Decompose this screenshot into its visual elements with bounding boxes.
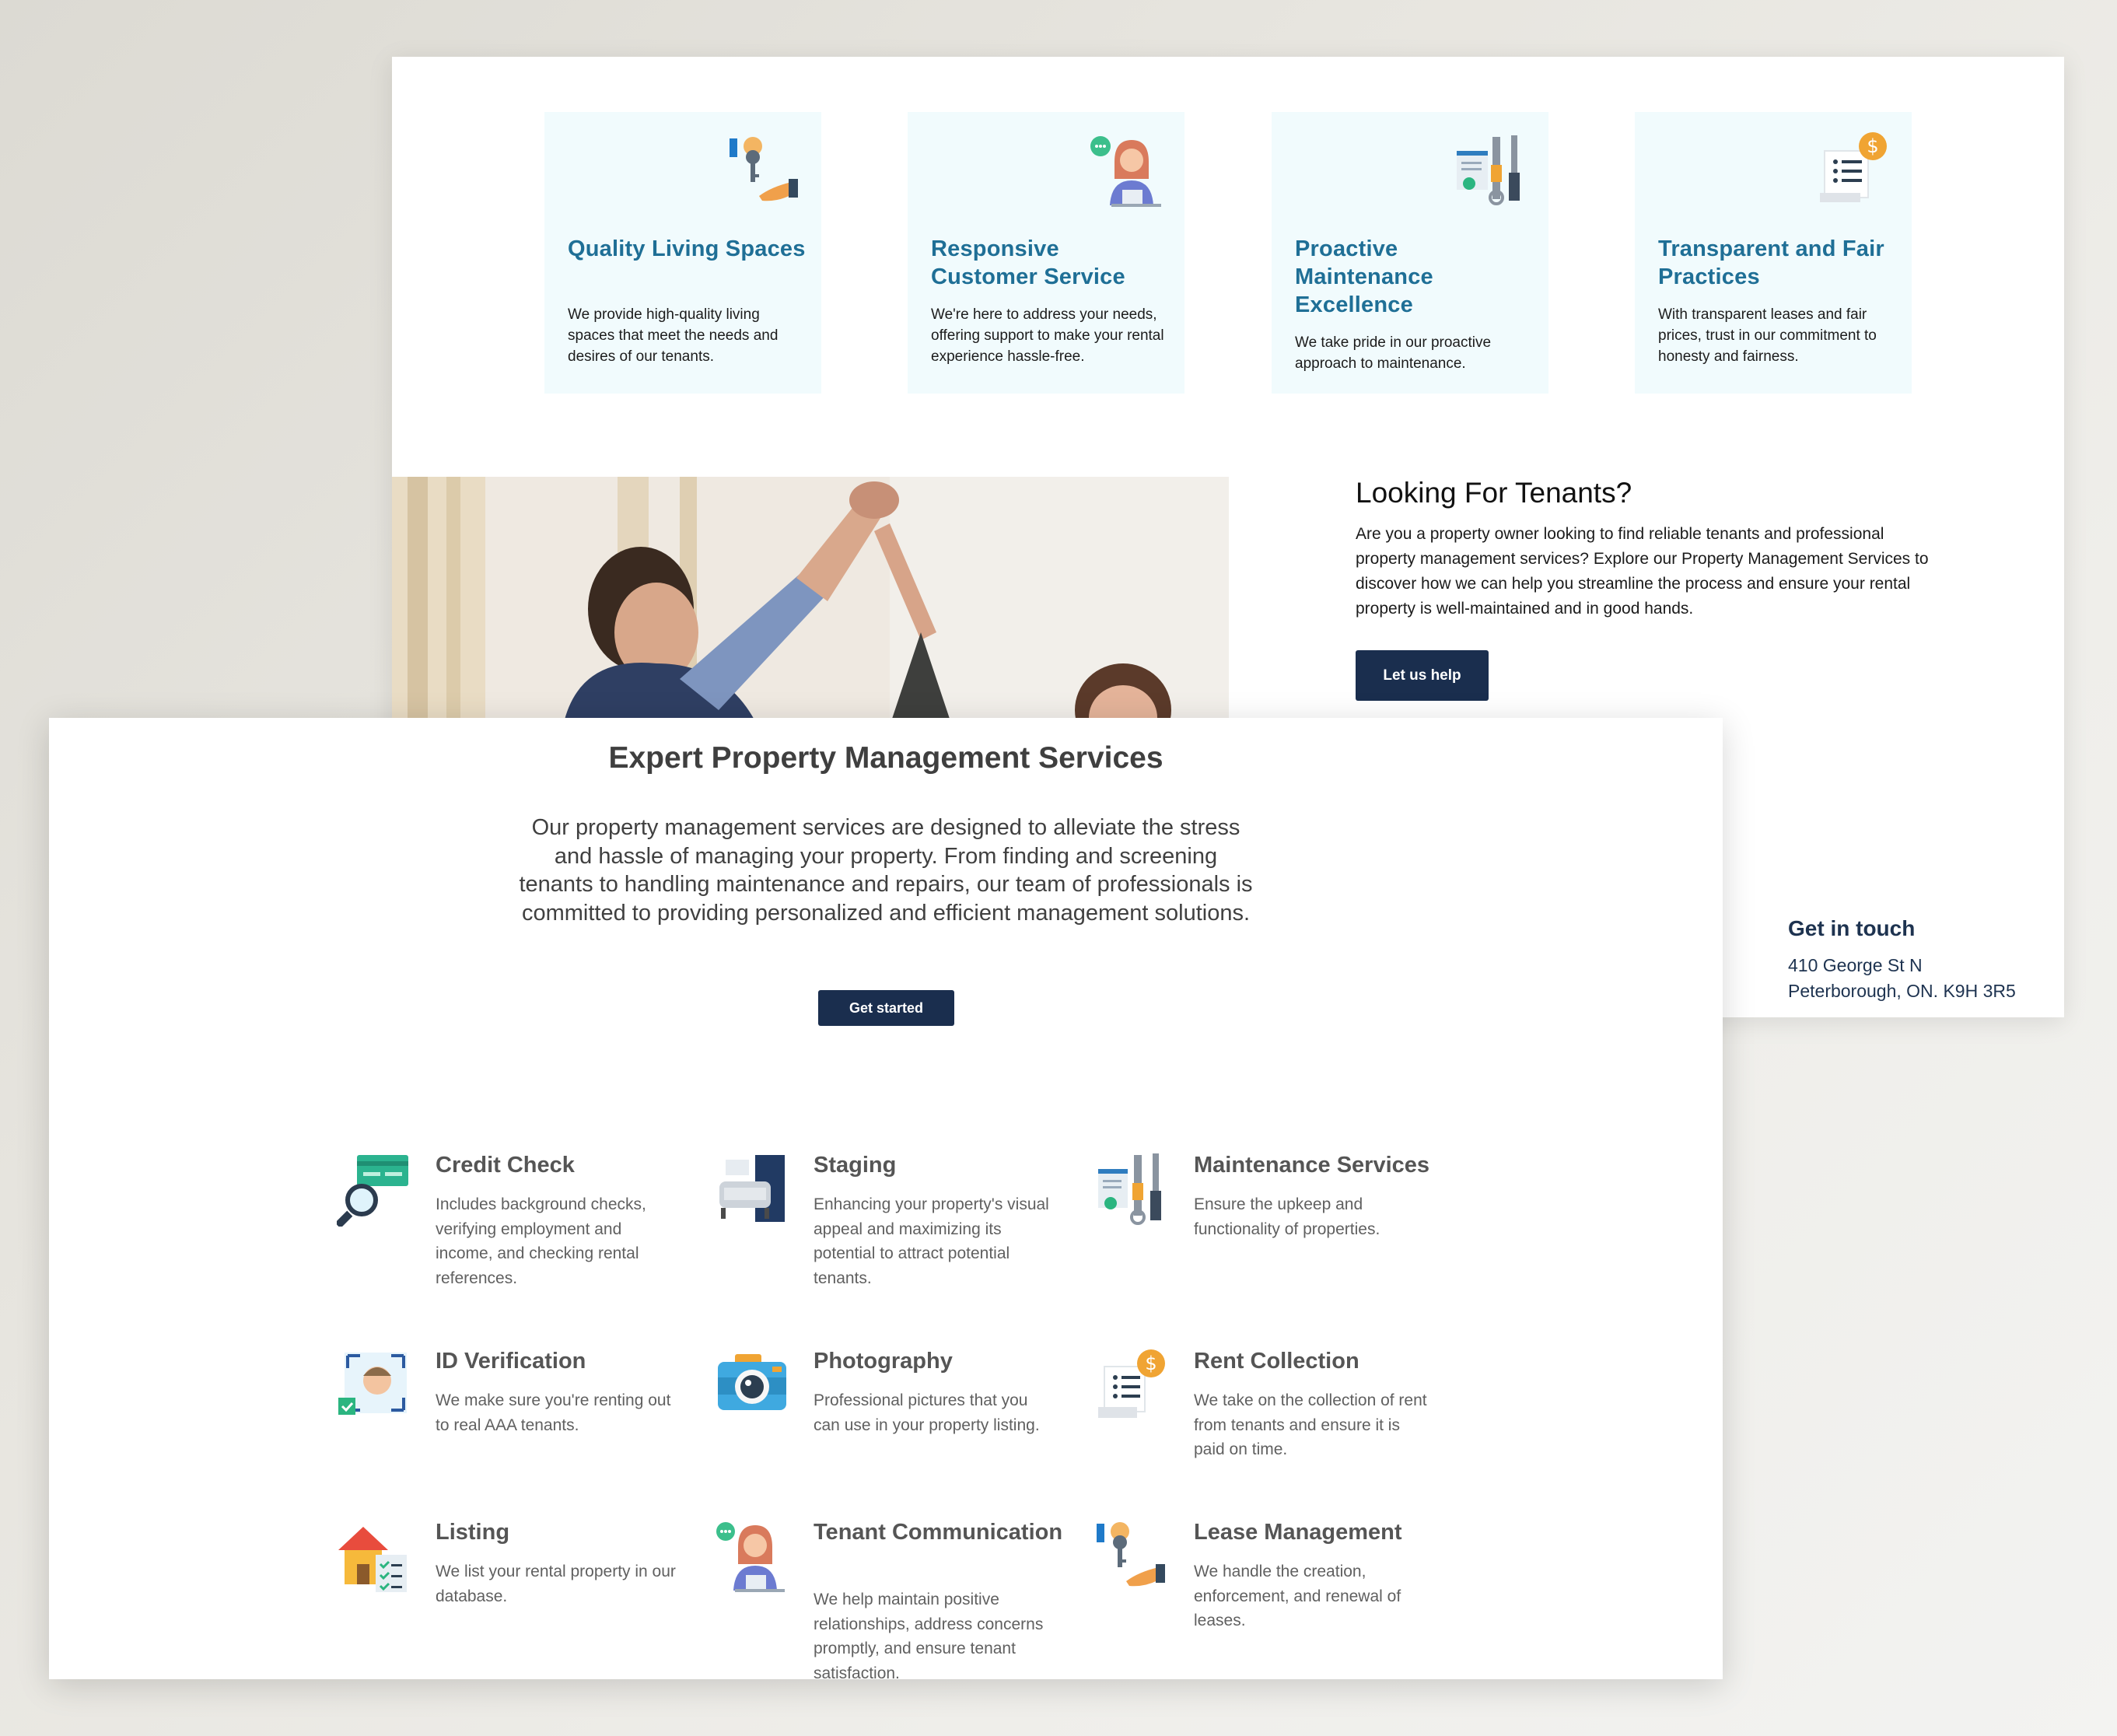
contact-title: Get in touch bbox=[1788, 916, 1916, 940]
svg-text:$: $ bbox=[1867, 135, 1878, 157]
address-line-1: 410 George St N bbox=[1788, 955, 1923, 975]
value-title: Transparent and Fair Practices bbox=[1658, 236, 1884, 289]
value-card-maintenance: Proactive Maintenance Excellence We take… bbox=[1272, 112, 1548, 394]
credit-check-icon bbox=[337, 1152, 411, 1227]
services-title: Expert Property Management Services bbox=[608, 741, 1163, 775]
service-title: Staging bbox=[814, 1153, 897, 1178]
service-text: We handle the creation, enforcement, and… bbox=[1194, 1563, 1401, 1629]
tenants-title: Looking For Tenants? bbox=[1356, 477, 1632, 509]
staging-icon bbox=[715, 1152, 789, 1227]
support-agent-icon bbox=[1088, 131, 1166, 208]
service-title: Lease Management bbox=[1194, 1520, 1402, 1545]
key-hand-icon bbox=[1095, 1519, 1170, 1594]
value-title: Responsive Customer Service bbox=[931, 236, 1125, 289]
house-listing-icon bbox=[337, 1519, 411, 1594]
service-title: Credit Check bbox=[436, 1153, 575, 1178]
service-text: Ensure the upkeep and functionality of p… bbox=[1194, 1195, 1380, 1238]
service-text: We take on the collection of rent from t… bbox=[1194, 1391, 1427, 1458]
let-us-help-button[interactable]: Let us help bbox=[1356, 650, 1489, 701]
address-line-2: Peterborough, ON. K9H 3R5 bbox=[1788, 981, 2016, 1001]
service-text: We list your rental property in our data… bbox=[436, 1563, 676, 1605]
value-card-quality: Quality Living Spaces We provide high-qu… bbox=[544, 112, 821, 394]
service-text: Includes background checks, verifying em… bbox=[436, 1195, 646, 1287]
service-text: We make sure you're renting out to real … bbox=[436, 1391, 671, 1434]
get-started-button[interactable]: Get started bbox=[818, 990, 954, 1026]
invoice-dollar-icon: $ bbox=[1815, 131, 1893, 208]
value-text: We take pride in our proactive approach … bbox=[1295, 334, 1492, 372]
svg-text:$: $ bbox=[1145, 1353, 1156, 1374]
value-text: With transparent leases and fair prices,… bbox=[1658, 306, 1877, 365]
value-text: We provide high-quality living spaces th… bbox=[568, 306, 779, 365]
service-title: Listing bbox=[436, 1520, 510, 1545]
value-text: We're here to address your needs, offeri… bbox=[931, 306, 1164, 365]
support-agent-icon bbox=[715, 1519, 789, 1594]
tools-checklist-icon bbox=[1452, 131, 1530, 208]
service-title: Maintenance Services bbox=[1194, 1153, 1430, 1178]
invoice-dollar-icon: $ bbox=[1095, 1348, 1170, 1423]
service-title: Tenant Communication bbox=[814, 1520, 1063, 1545]
value-card-transparent: $ Transparent and Fair Practices With tr… bbox=[1635, 112, 1912, 394]
service-title: Photography bbox=[814, 1349, 953, 1374]
couple-high-five-photo bbox=[392, 477, 1229, 726]
service-text: Professional pictures that you can use i… bbox=[814, 1391, 1040, 1434]
service-text: We help maintain positive relationships,… bbox=[814, 1591, 1044, 1679]
id-verification-icon bbox=[337, 1348, 411, 1423]
value-title: Quality Living Spaces bbox=[568, 236, 806, 261]
service-title: ID Verification bbox=[436, 1349, 586, 1374]
service-title: Rent Collection bbox=[1194, 1349, 1359, 1374]
service-text: Enhancing your property's visual appeal … bbox=[814, 1195, 1049, 1287]
key-hand-icon bbox=[725, 131, 803, 208]
camera-icon bbox=[715, 1348, 789, 1423]
value-card-service: Responsive Customer Service We're here t… bbox=[908, 112, 1184, 394]
services-intro: Our property management services are des… bbox=[519, 815, 1253, 926]
services-page-panel: Expert Property Management Services Our … bbox=[49, 718, 1723, 1679]
value-title: Proactive Maintenance Excellence bbox=[1295, 236, 1433, 317]
tools-checklist-icon bbox=[1095, 1152, 1170, 1227]
tenants-description: Are you a property owner looking to find… bbox=[1356, 525, 1929, 618]
